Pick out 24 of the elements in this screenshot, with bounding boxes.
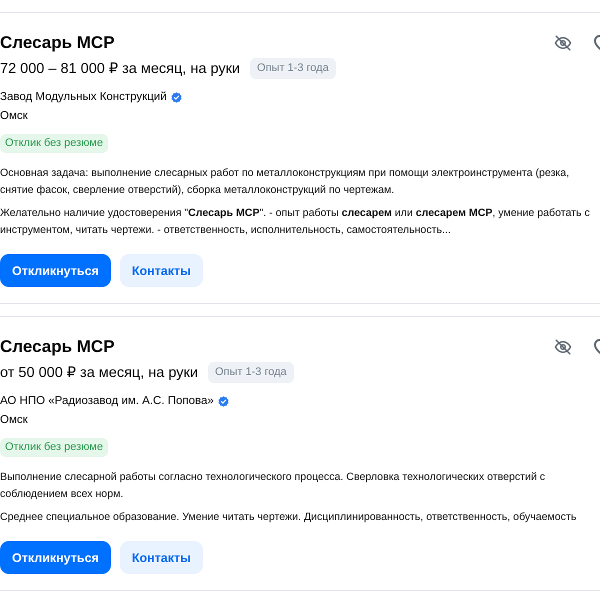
heart-icon[interactable] [592, 34, 600, 52]
description-text: Выполнение слесарной работы согласно технологического процесса. Сверловка технологических отверстий с соблюдением всех норм. [0, 470, 546, 502]
experience-badge: Опыт 1-3 года [250, 58, 336, 79]
salary-text: 72 000 – 81 000 ₽ за месяц, на руки [0, 60, 240, 78]
city-text: Омск [0, 109, 28, 124]
description-text: Среднее специальное образование. Умение читать чертежи. Дисциплинированность, ответственность, обучаемость [0, 510, 578, 525]
experience-badge: Опыт 1-3 года [208, 362, 294, 383]
crossed-eye-icon[interactable] [554, 338, 572, 356]
no-resume-badge: Отклик без резюме [0, 438, 108, 457]
contacts-button[interactable]: Контакты [120, 541, 203, 574]
crossed-eye-icon[interactable] [554, 34, 572, 52]
vacancy-title[interactable]: Слесарь МСР [0, 32, 115, 54]
company-name[interactable]: АО НПО «Радиозавод им. А.С. Попова» [0, 393, 214, 409]
contacts-button[interactable]: Контакты [120, 254, 203, 287]
vacancy-title[interactable]: Слесарь МСР [0, 336, 115, 358]
description-text: Желательно наличие удостоверения "Слесарь МСР". - опыт работы слесарем или слесарем МСР, умение работать с инструментом, читать чертежи. - ответственность, исполнительность, самостоятельность... [0, 206, 591, 238]
respond-button[interactable]: Откликнуться [0, 254, 111, 287]
salary-text: от 50 000 ₽ за месяц, на руки [0, 364, 198, 382]
description-text: Основная задача: выполнение слесарных работ по металлоконструкциям при помощи электроинструмента (резка, снятие фасок, сверление отверстий), сборка металлоконструкций по чертежам. [0, 166, 570, 198]
no-resume-badge: Отклик без резюме [0, 134, 108, 153]
heart-icon[interactable] [592, 338, 600, 356]
company-name[interactable]: Завод Модульных Конструкций [0, 89, 167, 105]
city-text: Омск [0, 413, 28, 428]
respond-button[interactable]: Откликнуться [0, 541, 111, 574]
